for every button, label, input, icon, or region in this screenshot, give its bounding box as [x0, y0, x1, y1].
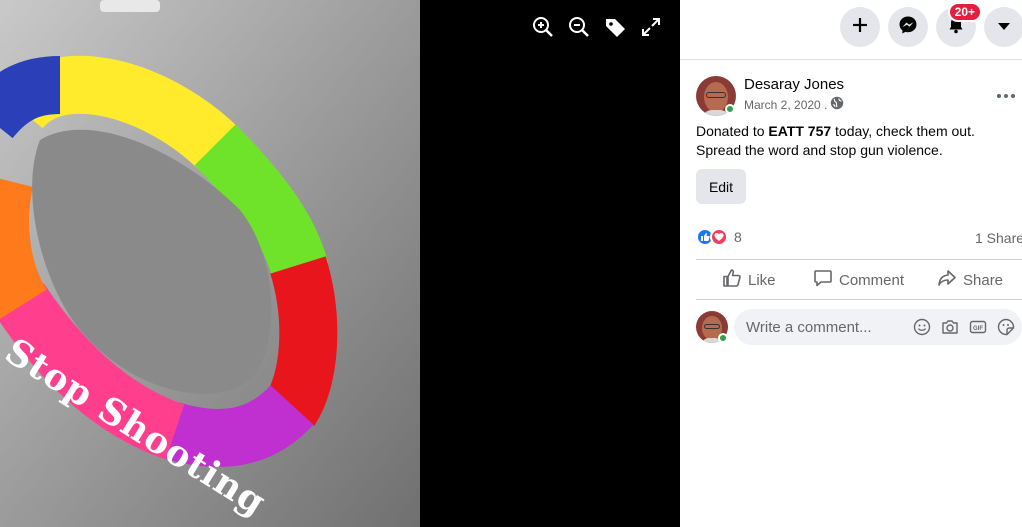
- post-photo[interactable]: Stop Shooting: [0, 0, 420, 527]
- post-text-segment: today, check them out.: [831, 123, 975, 139]
- online-status-dot: [725, 104, 735, 114]
- plus-icon: [851, 16, 869, 39]
- share-count[interactable]: 1 Share: [975, 230, 1022, 246]
- emoji-icon[interactable]: [913, 318, 931, 336]
- more-dots-icon: [997, 85, 1015, 103]
- post-text-line1: Donated to EATT 757 today, check them ou…: [696, 122, 1016, 141]
- love-reaction-icon: [710, 228, 728, 246]
- sticker-icon[interactable]: [997, 318, 1015, 336]
- notification-badge: 20+: [947, 2, 982, 22]
- author-name[interactable]: Desaray Jones: [744, 76, 844, 93]
- photo-viewer: Stop Shooting: [0, 0, 680, 527]
- comment-label: Comment: [839, 271, 905, 289]
- online-status-dot: [718, 333, 728, 343]
- zoom-out-icon[interactable]: [566, 12, 592, 42]
- gif-icon[interactable]: GIF: [969, 318, 987, 336]
- edit-button[interactable]: Edit: [696, 169, 746, 204]
- top-nav: 20+: [680, 0, 1022, 56]
- post-meta: March 2, 2020 .: [744, 96, 844, 113]
- post-text-line2: Spread the word and stop gun violence.: [696, 142, 943, 158]
- post-date[interactable]: March 2, 2020 .: [744, 98, 827, 112]
- reaction-count[interactable]: 8: [734, 229, 742, 245]
- share-button[interactable]: Share: [937, 264, 1003, 296]
- tag-icon[interactable]: [602, 12, 628, 42]
- globe-icon[interactable]: [830, 96, 844, 113]
- share-label: Share: [963, 271, 1004, 289]
- like-button[interactable]: Like: [722, 264, 776, 296]
- zoom-in-icon[interactable]: [530, 12, 556, 42]
- fullscreen-icon[interactable]: [638, 12, 664, 42]
- messenger-button[interactable]: [888, 7, 928, 47]
- top-divider: [680, 59, 1022, 60]
- svg-text:GIF: GIF: [973, 326, 983, 332]
- caret-down-icon: [997, 18, 1011, 36]
- share-icon: [937, 268, 957, 292]
- post-text: Donated to EATT 757 today, check them ou…: [696, 122, 1016, 160]
- post-panel: 20+ Desaray Jones March 2, 2020 . Donate…: [680, 0, 1022, 527]
- like-label: Like: [748, 271, 776, 289]
- camera-icon[interactable]: [941, 318, 959, 336]
- create-button[interactable]: [840, 7, 880, 47]
- more-options-button[interactable]: [996, 84, 1016, 104]
- comment-composer: GIF: [734, 309, 1022, 345]
- post-text-segment: Donated to: [696, 123, 769, 139]
- divider: [696, 299, 1022, 300]
- comment-input[interactable]: [746, 309, 906, 345]
- post-text-bold[interactable]: EATT 757: [768, 123, 831, 139]
- comment-button[interactable]: Comment: [813, 264, 904, 296]
- divider: [696, 259, 1022, 260]
- notifications-button[interactable]: 20+: [936, 2, 982, 47]
- like-icon: [722, 268, 742, 292]
- account-menu-button[interactable]: [984, 7, 1022, 47]
- reaction-summary[interactable]: 8: [696, 228, 742, 246]
- messenger-icon: [898, 15, 918, 40]
- viewer-toolbar: [530, 12, 664, 42]
- comment-icon: [813, 268, 833, 292]
